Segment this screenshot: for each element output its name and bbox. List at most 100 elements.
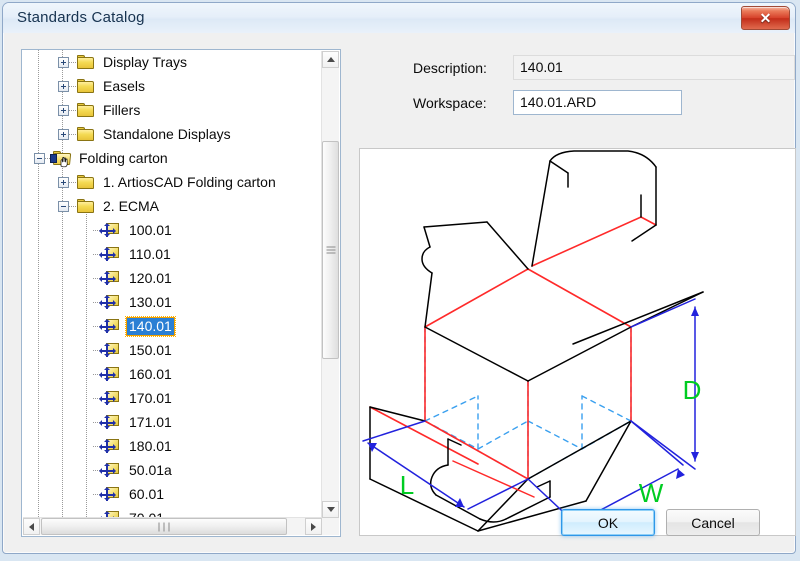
tree-item[interactable]: 120.01 (22, 266, 324, 290)
collapse-node-button[interactable] (58, 200, 69, 212)
expand-node-button[interactable] (58, 56, 69, 68)
cut-lines (369, 150, 704, 532)
tree-item[interactable]: 60.01 (22, 482, 324, 506)
collapse-node-button[interactable] (34, 152, 45, 164)
catalog-tree-panel[interactable]: Display Trays Easels Fillers Standalone Dis… (21, 49, 341, 537)
expand-node-button[interactable] (58, 80, 69, 92)
tree-connector (69, 181, 77, 183)
carton-preview-panel: D W L (359, 148, 796, 536)
tree-item-label: 120.01 (129, 269, 172, 286)
chevron-up-icon (326, 57, 335, 62)
tree-item[interactable]: Display Trays (22, 50, 324, 74)
cancel-button[interactable]: Cancel (666, 509, 760, 536)
close-icon: ✕ (759, 10, 772, 26)
standard-design-icon (99, 294, 120, 310)
tree-item[interactable]: 130.01 (22, 290, 324, 314)
tree-vertical-scrollbar[interactable] (321, 51, 339, 518)
tree-item-label: 140.01 (125, 315, 176, 337)
tree-connector (69, 61, 77, 63)
chevron-left-icon (29, 522, 34, 531)
standards-catalog-dialog: Standards Catalog ✕ Display Trays Easels F… (0, 0, 800, 561)
standard-design-icon (99, 438, 120, 454)
tree-item[interactable]: 2. ECMA (22, 194, 324, 218)
tree-item[interactable]: 170.01 (22, 386, 324, 410)
expand-node-button[interactable] (58, 176, 69, 188)
expand-node-button[interactable] (58, 128, 69, 140)
tree-connector (69, 133, 77, 135)
tree-item[interactable]: 1. ArtiosCAD Folding carton (22, 170, 324, 194)
standard-design-icon (99, 222, 120, 238)
window-title: Standards Catalog (17, 9, 145, 26)
folder-open-icon (50, 151, 72, 168)
dimension-label-length: L (400, 470, 414, 500)
tree-horizontal-scrollbar[interactable] (23, 517, 322, 535)
tree-item[interactable]: 171.01 (22, 410, 324, 434)
standard-design-icon (99, 366, 120, 382)
dimension-label-width: W (639, 478, 664, 508)
tree-item[interactable]: 100.01 (22, 218, 324, 242)
workspace-input[interactable]: 140.01.ARD (513, 90, 682, 115)
tree-item-label: Fillers (103, 101, 141, 118)
standard-design-icon (99, 246, 120, 262)
scroll-up-button[interactable] (322, 51, 339, 68)
expand-node-button[interactable] (58, 104, 69, 116)
chevron-right-icon (311, 522, 316, 531)
folder-icon (77, 79, 95, 93)
catalog-tree[interactable]: Display Trays Easels Fillers Standalone Dis… (22, 50, 324, 518)
tree-item-label: 60.01 (129, 485, 165, 502)
tree-item[interactable]: 110.01 (22, 242, 324, 266)
standard-design-icon (99, 462, 120, 478)
close-button[interactable]: ✕ (741, 6, 790, 30)
standard-design-icon (99, 318, 120, 334)
tree-item-label: Display Trays (103, 53, 188, 70)
node-selection-marker (50, 154, 57, 163)
scroll-right-button[interactable] (305, 518, 322, 535)
scroll-down-button[interactable] (322, 501, 339, 518)
standard-design-icon (99, 486, 120, 502)
horizontal-scroll-thumb[interactable] (41, 518, 287, 535)
tree-item[interactable]: 140.01 (22, 314, 324, 338)
vertical-scroll-thumb[interactable] (322, 141, 339, 359)
tree-item-label: 1. ArtiosCAD Folding carton (103, 173, 276, 190)
scrollbar-corner (322, 518, 339, 535)
tree-item-label: 100.01 (129, 221, 172, 238)
tuck-crease (452, 460, 535, 498)
tree-item-label: Standalone Displays (103, 125, 231, 142)
description-field: 140.01 (513, 55, 795, 80)
tree-item-label: 2. ECMA (103, 197, 160, 214)
standard-design-icon (99, 390, 120, 406)
tree-item[interactable]: 150.01 (22, 338, 324, 362)
dialog-client-area: Display Trays Easels Fillers Standalone Dis… (4, 33, 796, 551)
scroll-grip-icon (157, 522, 172, 531)
scroll-grip-icon (326, 245, 335, 256)
tree-item-label: 110.01 (129, 245, 171, 262)
window-frame: Standards Catalog ✕ Display Trays Easels F… (2, 2, 796, 554)
tree-item[interactable]: Standalone Displays (22, 122, 324, 146)
chevron-down-icon (326, 507, 335, 512)
title-bar: Standards Catalog ✕ (3, 3, 795, 33)
tree-connector (69, 85, 77, 87)
tree-item-label: 171.01 (129, 413, 172, 430)
scroll-left-button[interactable] (23, 518, 40, 535)
standard-design-icon (99, 270, 120, 286)
tree-item-label: 150.01 (129, 341, 172, 358)
standard-design-icon (99, 414, 120, 430)
ok-button[interactable]: OK (561, 509, 655, 536)
tree-connector (69, 205, 77, 207)
description-label: Description: (413, 60, 487, 76)
tree-item-label: 160.01 (129, 365, 172, 382)
tree-item[interactable]: Easels (22, 74, 324, 98)
tree-item[interactable]: 180.01 (22, 434, 324, 458)
tree-item-label: Easels (103, 77, 146, 94)
dimension-label-depth: D (683, 375, 702, 405)
tree-item[interactable]: Folding carton (22, 146, 324, 170)
tree-item[interactable]: 160.01 (22, 362, 324, 386)
folder-icon (77, 175, 95, 189)
folder-icon (77, 55, 95, 69)
standard-design-icon (99, 342, 120, 358)
tree-item[interactable]: 50.01a (22, 458, 324, 482)
tree-item-label: 130.01 (129, 293, 172, 310)
carton-3d-drawing: D W L (362, 150, 704, 532)
tree-item[interactable]: Fillers (22, 98, 324, 122)
folder-icon (77, 199, 95, 213)
